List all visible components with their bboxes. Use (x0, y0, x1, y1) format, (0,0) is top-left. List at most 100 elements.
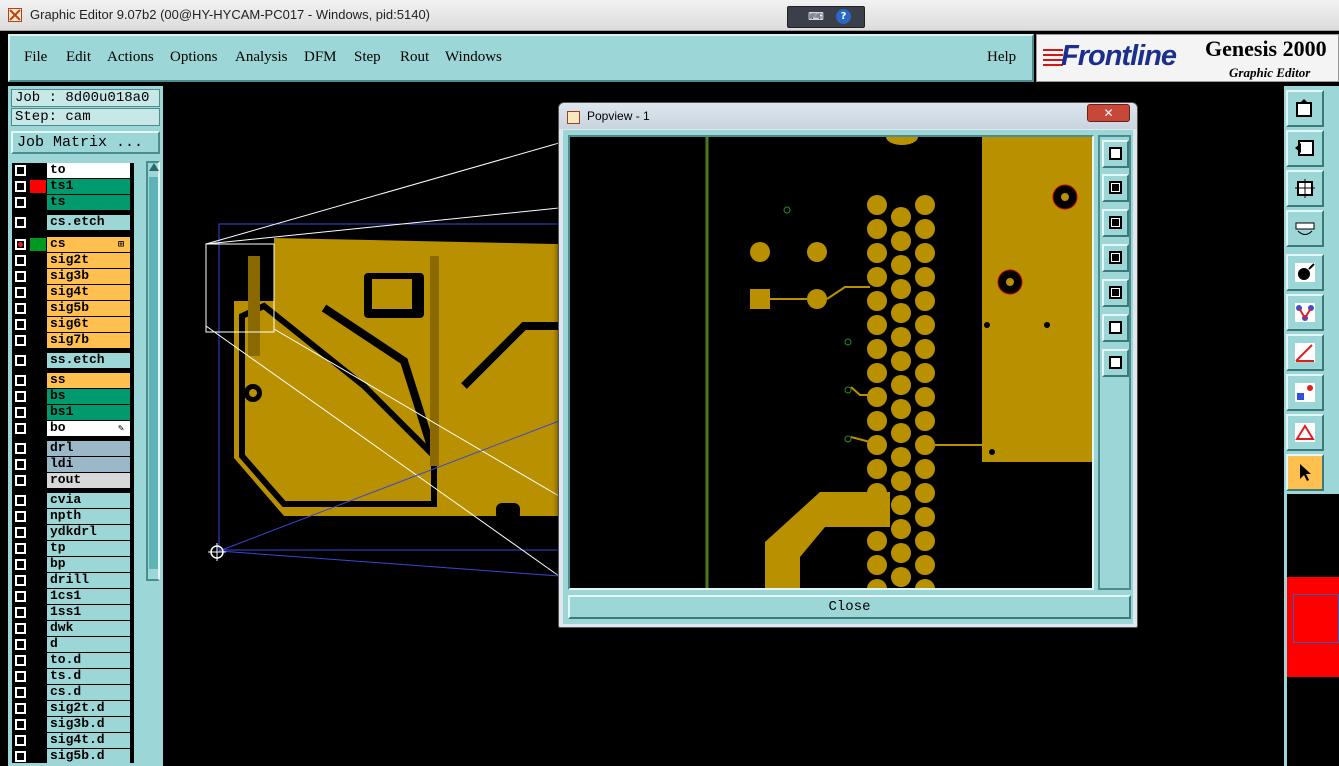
layer-row-sig2t[interactable]: sig2t (12, 253, 134, 268)
layer-checkbox[interactable] (15, 511, 26, 522)
zoom-fit-icon[interactable] (1102, 314, 1129, 342)
layer-name[interactable]: bo ✎ (47, 421, 130, 436)
layer-row-dwk[interactable]: dwk (12, 621, 134, 636)
layer-color-swatch[interactable] (30, 442, 46, 455)
layer-color-swatch[interactable] (30, 606, 46, 619)
layer-color-swatch[interactable] (30, 686, 46, 699)
layer-name[interactable]: d (47, 637, 130, 652)
layer-row-drill[interactable]: drill (12, 573, 134, 588)
layer-color-swatch[interactable] (30, 216, 46, 229)
layer-name[interactable]: cs ⊞ (47, 237, 130, 252)
layer-row-ydkdrl[interactable]: ydkdrl (12, 525, 134, 540)
layer-checkbox[interactable] (15, 271, 26, 282)
layer-checkbox[interactable] (15, 407, 26, 418)
layer-row-bp[interactable]: bp (12, 557, 134, 572)
layer-row-npth[interactable]: npth (12, 509, 134, 524)
layer-color-swatch[interactable] (30, 238, 46, 251)
layer-name[interactable]: sig4t (47, 285, 130, 300)
layer-name[interactable]: sig5b (47, 301, 130, 316)
layer-name[interactable]: ts.d (47, 669, 130, 684)
pan-right-icon[interactable] (1102, 279, 1129, 307)
layer-color-swatch[interactable] (30, 622, 46, 635)
layer-checkbox[interactable] (15, 591, 26, 602)
layer-color-swatch[interactable] (30, 718, 46, 731)
layer-checkbox[interactable] (15, 655, 26, 666)
layer-checkbox[interactable] (15, 623, 26, 634)
layer-checkbox[interactable] (15, 735, 26, 746)
layer-row-sig7b[interactable]: sig7b (12, 333, 134, 348)
layer-name[interactable]: sig2t.d (47, 701, 130, 716)
layer-name[interactable]: cs.d (47, 685, 130, 700)
layer-name[interactable]: sig5b.d (47, 749, 130, 763)
layer-checkbox[interactable] (15, 495, 26, 506)
layer-row-sig5b-d[interactable]: sig5b.d (12, 749, 134, 763)
layer-color-swatch[interactable] (30, 180, 46, 193)
layer-color-swatch[interactable] (30, 422, 46, 435)
keyboard-icon[interactable]: ⌨ (808, 10, 824, 23)
layer-checkbox[interactable] (15, 607, 26, 618)
layer-name[interactable]: sig2t (47, 253, 130, 268)
layer-row-d[interactable]: d (12, 637, 134, 652)
layer-row-1ss1[interactable]: 1ss1 (12, 605, 134, 620)
layer-row-bo[interactable]: bo ✎ (12, 421, 134, 436)
layer-row-ldi[interactable]: ldi (12, 457, 134, 472)
layer-name[interactable]: sig3b (47, 269, 130, 284)
layer-name[interactable]: drill (47, 573, 130, 588)
menu-rout[interactable]: Rout (400, 49, 429, 66)
layer-name[interactable]: bp (47, 557, 130, 572)
layer-name[interactable]: drl (47, 441, 130, 456)
layer-checkbox[interactable] (15, 719, 26, 730)
layer-checkbox[interactable] (15, 165, 26, 176)
layer-row-ts1[interactable]: ts1 (12, 179, 134, 194)
layer-checkbox[interactable] (15, 639, 26, 650)
menu-analysis[interactable]: Analysis (235, 49, 288, 66)
layer-row-sig3b-d[interactable]: sig3b.d (12, 717, 134, 732)
layer-row-sig3b[interactable]: sig3b (12, 269, 134, 284)
layer-name[interactable]: tp (47, 541, 130, 556)
layer-checkbox[interactable] (15, 375, 26, 386)
layer-row-sig6t[interactable]: sig6t (12, 317, 134, 332)
layer-color-swatch[interactable] (30, 558, 46, 571)
layer-color-swatch[interactable] (30, 286, 46, 299)
layer-name[interactable]: sig6t (47, 317, 130, 332)
layer-checkbox[interactable] (15, 181, 26, 192)
layer-name[interactable]: rout (47, 473, 130, 488)
fit-icon[interactable] (1286, 170, 1324, 207)
layer-checkbox[interactable] (15, 543, 26, 554)
drill-icon[interactable] (1286, 210, 1324, 247)
pan-down-icon[interactable] (1102, 209, 1129, 237)
layer-color-swatch[interactable] (30, 510, 46, 523)
layer-checkbox[interactable] (15, 197, 26, 208)
popview-pcb[interactable] (570, 137, 1094, 590)
layer-row-rout[interactable]: rout (12, 473, 134, 488)
layer-row-ss[interactable]: ss (12, 373, 134, 388)
layer-name[interactable]: 1cs1 (47, 589, 130, 604)
layer-checkbox[interactable] (15, 443, 26, 454)
layer-checkbox[interactable] (15, 703, 26, 714)
menu-help[interactable]: Help (987, 49, 1016, 66)
layer-row-cvia[interactable]: cvia (12, 493, 134, 508)
layer-row-cs-d[interactable]: cs.d (12, 685, 134, 700)
layer-color-swatch[interactable] (30, 750, 46, 763)
layer-color-swatch[interactable] (30, 542, 46, 555)
layer-name[interactable]: ts1 (47, 179, 130, 194)
ime-toolbar[interactable]: ⌨ ? (787, 6, 865, 28)
layer-color-swatch[interactable] (30, 702, 46, 715)
help-icon[interactable]: ? (836, 9, 851, 24)
layer-checkbox[interactable] (15, 255, 26, 266)
scroll-up-icon[interactable] (149, 163, 159, 171)
layer-name[interactable]: ydkdrl (47, 525, 130, 540)
layer-checkbox[interactable] (15, 527, 26, 538)
layer-color-swatch[interactable] (30, 334, 46, 347)
pointer-icon[interactable] (1286, 454, 1324, 491)
layer-color-swatch[interactable] (30, 526, 46, 539)
layer-color-swatch[interactable] (30, 390, 46, 403)
layer-row-bs[interactable]: bs (12, 389, 134, 404)
layer-checkbox[interactable] (15, 217, 26, 228)
layer-checkbox[interactable] (15, 575, 26, 586)
layer-color-swatch[interactable] (30, 654, 46, 667)
layer-name[interactable]: sig7b (47, 333, 130, 348)
layer-row-sig5b[interactable]: sig5b (12, 301, 134, 316)
layer-name[interactable]: bs1 (47, 405, 130, 420)
layer-checkbox[interactable] (15, 335, 26, 346)
